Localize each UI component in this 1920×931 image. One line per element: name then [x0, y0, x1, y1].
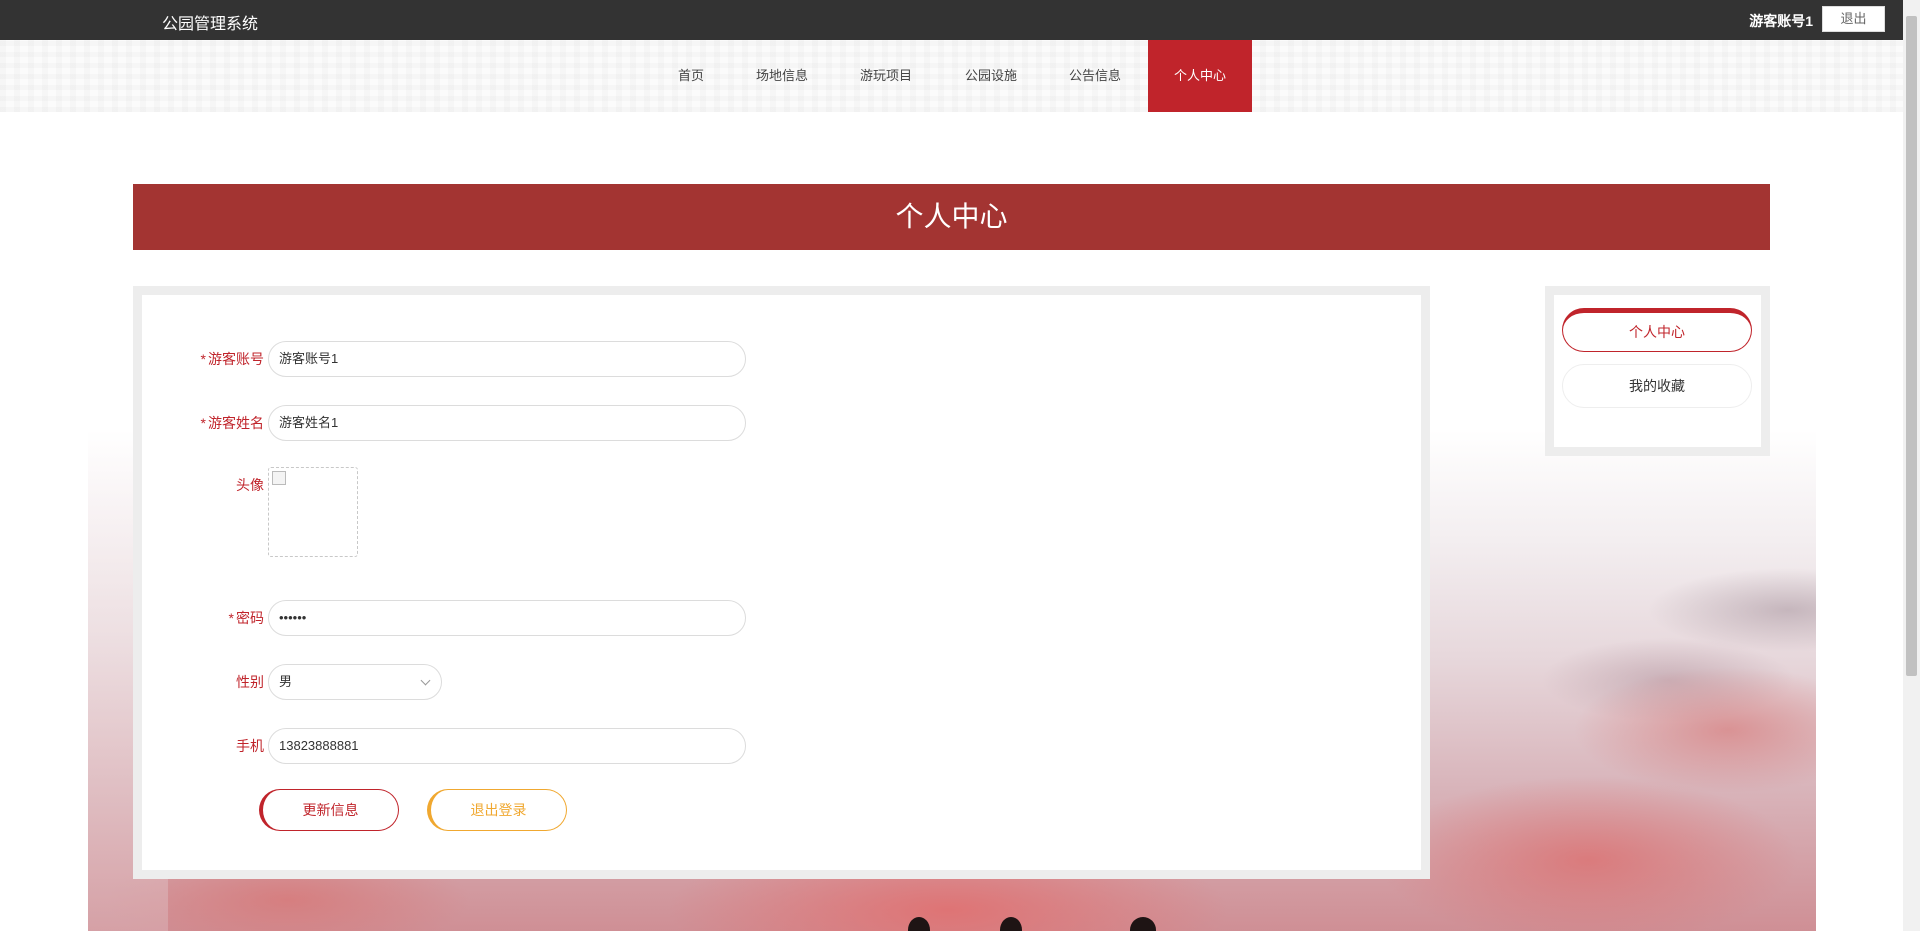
nav-item-facilities[interactable]: 公园设施: [939, 40, 1043, 112]
gender-select[interactable]: 男: [268, 664, 442, 700]
form-row-gender: 性别 男: [142, 664, 842, 700]
gender-selected-value: 男: [279, 674, 293, 689]
profile-form-panel: * 游客账号 游客账号1 * 游客姓名 游客姓名1 头像 * 密码 •••••• 性别…: [133, 286, 1430, 879]
top-logout-button[interactable]: 退出: [1822, 6, 1885, 32]
top-bar: 公园管理系统 游客账号1 退出: [0, 0, 1920, 40]
name-input[interactable]: 游客姓名1: [268, 405, 746, 441]
person-silhouette: [1130, 917, 1156, 931]
broken-image-icon: [272, 471, 286, 485]
password-label: * 密码: [228, 610, 264, 626]
side-menu-my-favorites[interactable]: 我的收藏: [1562, 364, 1752, 408]
main-navigation: 首页 场地信息 游玩项目 公园设施 公告信息 个人中心: [0, 40, 1920, 112]
nav-item-announcements[interactable]: 公告信息: [1043, 40, 1147, 112]
phone-input[interactable]: 13823888881: [268, 728, 746, 764]
scrollbar-thumb[interactable]: [1906, 16, 1917, 676]
side-menu-personal-center[interactable]: 个人中心: [1562, 308, 1752, 352]
form-row-password: * 密码 ••••••: [142, 600, 842, 636]
form-row-avatar: 头像: [142, 467, 842, 559]
nav-item-home[interactable]: 首页: [639, 40, 743, 112]
page-title: 个人中心: [133, 184, 1770, 250]
phone-label: 手机: [236, 738, 264, 754]
password-input[interactable]: ••••••: [268, 600, 746, 636]
update-info-button[interactable]: 更新信息: [259, 789, 399, 831]
account-label: * 游客账号: [200, 351, 264, 367]
side-menu: 个人中心 我的收藏: [1554, 295, 1761, 447]
side-menu-panel: 个人中心 我的收藏: [1545, 286, 1770, 456]
nav-item-venues[interactable]: 场地信息: [730, 40, 834, 112]
current-user-name: 游客账号1: [1749, 13, 1813, 29]
page-scrollbar[interactable]: [1903, 0, 1920, 931]
nav-item-attractions[interactable]: 游玩项目: [834, 40, 938, 112]
name-label: * 游客姓名: [200, 415, 264, 431]
form-row-account: * 游客账号 游客账号1: [142, 341, 842, 377]
logout-button[interactable]: 退出登录: [427, 789, 567, 831]
person-silhouette: [908, 917, 930, 931]
avatar-upload[interactable]: [268, 467, 358, 557]
avatar-label: 头像: [236, 477, 264, 493]
profile-form: * 游客账号 游客账号1 * 游客姓名 游客姓名1 头像 * 密码 •••••• 性别…: [142, 295, 1421, 870]
form-row-phone: 手机 13823888881: [142, 728, 842, 764]
nav-item-personal-center[interactable]: 个人中心: [1148, 40, 1252, 112]
chevron-down-icon: [420, 675, 431, 686]
site-title: 公园管理系统: [162, 16, 259, 33]
person-silhouette: [1000, 917, 1022, 931]
account-input[interactable]: 游客账号1: [268, 341, 746, 377]
form-actions: 更新信息 退出登录: [142, 789, 842, 831]
form-row-name: * 游客姓名 游客姓名1: [142, 405, 842, 441]
gender-label: 性别: [236, 674, 264, 690]
